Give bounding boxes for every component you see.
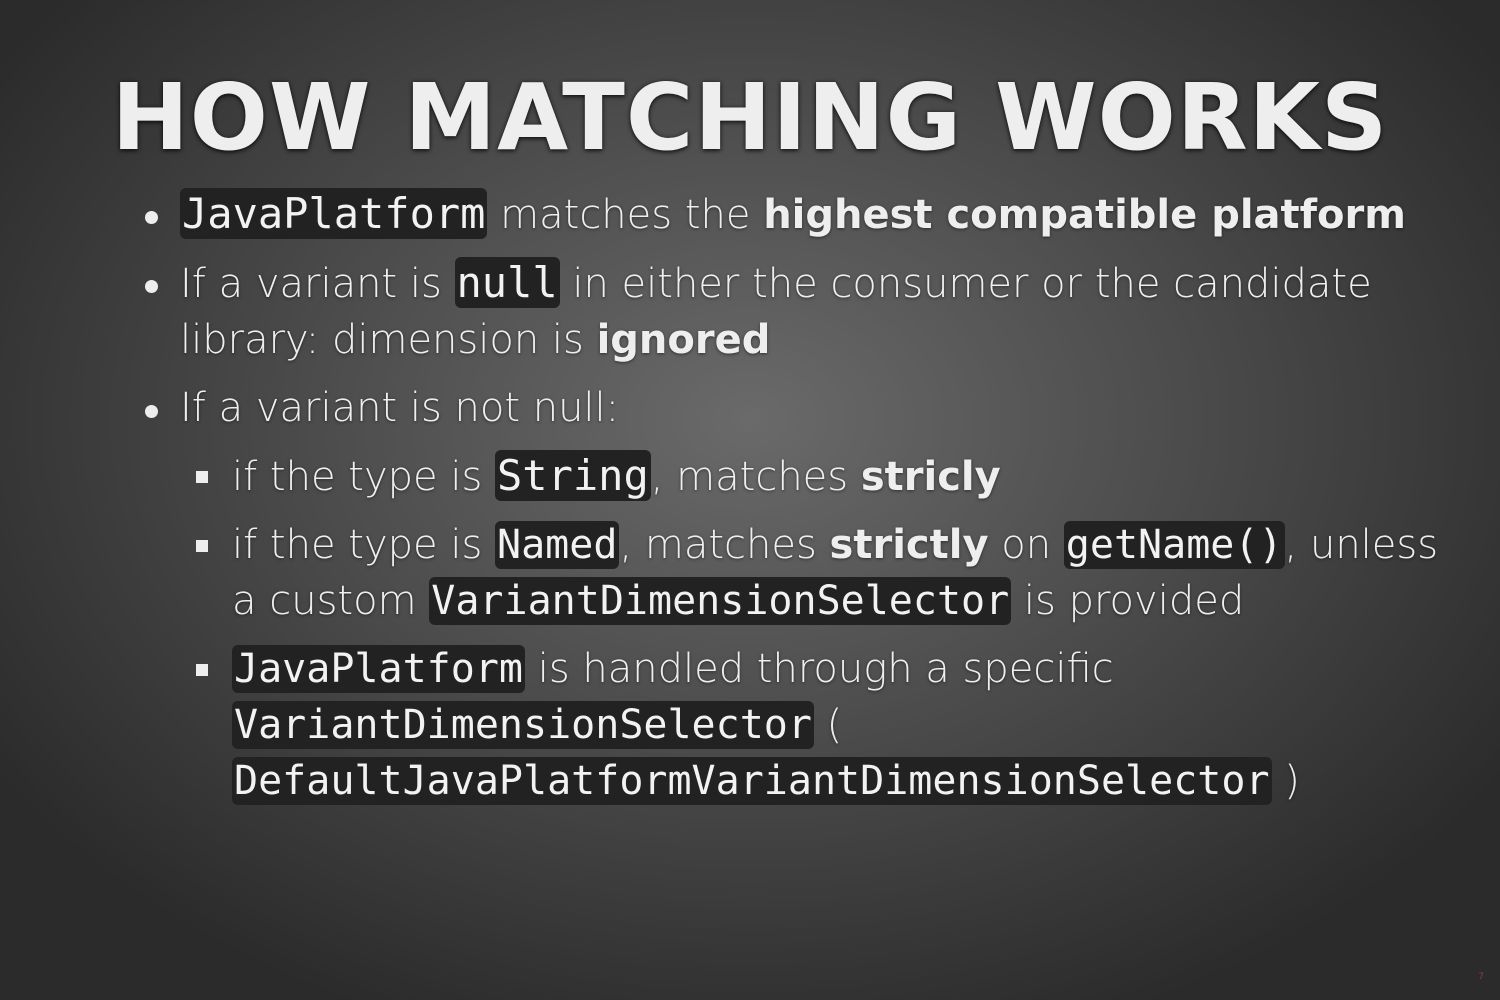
slide-number: 7 xyxy=(1478,972,1484,982)
code-variantdimensionselector: VariantDimensionSelector xyxy=(232,701,814,749)
code-defaultjavaplatformvariantdimensionselector: DefaultJavaPlatformVariantDimensionSelec… xyxy=(232,757,1272,805)
code-named: Named xyxy=(495,521,620,569)
sub-bullet-text: , matches xyxy=(619,522,830,568)
sub-bullet-named: if the type is Named, matches strictly o… xyxy=(196,517,1440,629)
code-javaplatform: JavaPlatform xyxy=(232,645,525,693)
sub-bullet-bold: strictly xyxy=(829,522,989,568)
sub-bullet-text: ( xyxy=(813,702,843,748)
code-string: String xyxy=(495,450,651,501)
bullet-item-null-variant: If a variant is null in either the consu… xyxy=(145,255,1440,368)
code-getname: getName() xyxy=(1063,521,1285,569)
code-javaplatform: JavaPlatform xyxy=(180,188,488,239)
slide-title: HOW MATCHING WORKS xyxy=(111,64,1389,171)
sub-bullet-text: , matches xyxy=(650,454,861,500)
bullet-item-not-null: If a variant is not null: if the type is… xyxy=(145,380,1440,809)
bullet-text: matches the xyxy=(487,192,764,238)
sub-bullet-text: if the type is xyxy=(232,522,496,568)
sub-bullet-text: ) xyxy=(1271,758,1300,804)
bullet-bold: highest compatible platform xyxy=(763,192,1406,238)
sub-bullet-list: if the type is String, matches stricly i… xyxy=(196,448,1440,809)
bullet-item-javaplatform: JavaPlatform matches the highest compati… xyxy=(145,186,1440,243)
sub-bullet-text: is provided xyxy=(1011,578,1245,624)
bullet-text: If a variant is xyxy=(180,261,455,307)
sub-bullet-javaplatform-handling: JavaPlatform is handled through a specif… xyxy=(196,641,1440,809)
slide: HOW MATCHING WORKS JavaPlatform matches … xyxy=(0,0,1500,1000)
code-null: null xyxy=(454,257,560,308)
bullet-bold: ignored xyxy=(596,317,771,363)
bullet-text: If a variant is not null: xyxy=(180,385,620,431)
code-variantdimensionselector: VariantDimensionSelector xyxy=(429,577,1012,625)
bullet-list: JavaPlatform matches the highest compati… xyxy=(145,186,1440,821)
sub-bullet-text: is handled through a specific xyxy=(524,646,1114,692)
sub-bullet-string: if the type is String, matches stricly xyxy=(196,448,1440,505)
sub-bullet-bold: stricly xyxy=(860,454,1001,500)
sub-bullet-text: if the type is xyxy=(232,454,496,500)
sub-bullet-text: on xyxy=(988,522,1064,568)
